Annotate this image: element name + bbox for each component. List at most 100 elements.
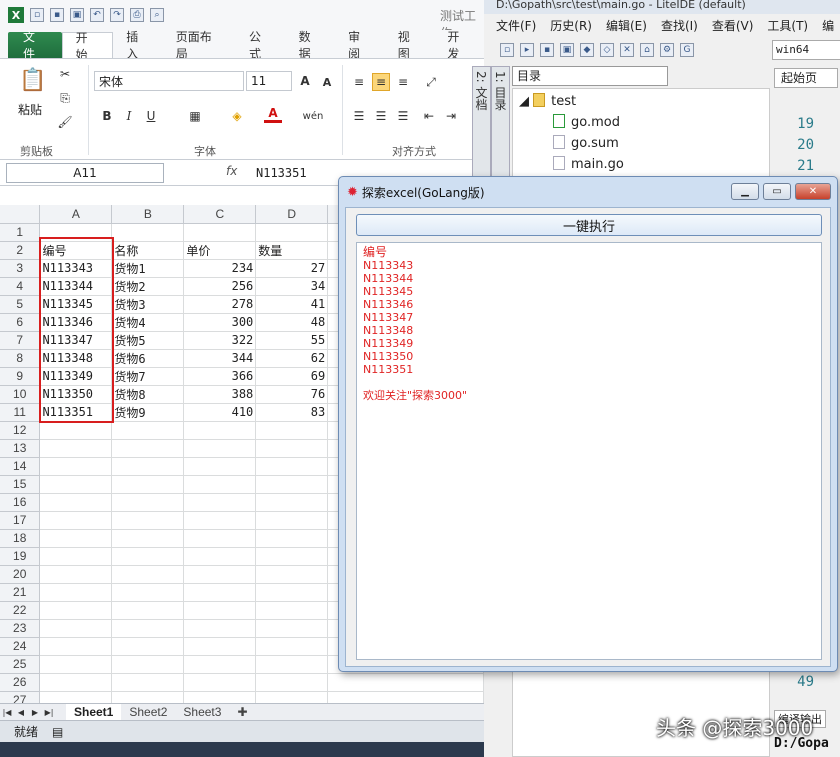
cell[interactable]: 货物7	[111, 367, 185, 386]
first-sheet-icon[interactable]: |◀	[0, 708, 14, 717]
paste-label[interactable]: 粘贴	[18, 101, 42, 118]
cell[interactable]	[183, 493, 257, 512]
cell[interactable]: 55	[255, 331, 329, 350]
row-header[interactable]: 21	[0, 583, 41, 602]
cell[interactable]	[183, 601, 257, 620]
cell[interactable]	[183, 637, 257, 656]
cell[interactable]	[183, 475, 257, 494]
cell[interactable]: N113350	[39, 385, 113, 404]
cell[interactable]	[255, 619, 329, 638]
cell[interactable]: N113344	[39, 277, 113, 296]
cell[interactable]	[39, 673, 113, 692]
insert-sheet-icon[interactable]: ✚	[229, 704, 255, 720]
cell[interactable]	[183, 223, 257, 242]
cell[interactable]	[327, 691, 484, 703]
row-header[interactable]: 1	[0, 223, 41, 242]
tree-file[interactable]: go.mod	[553, 114, 620, 130]
sheet-tab-1[interactable]: Sheet1	[66, 704, 122, 720]
cell[interactable]: 300	[183, 313, 257, 332]
cell[interactable]	[39, 223, 113, 242]
align-middle-icon[interactable]: ≡	[372, 73, 390, 91]
italic-icon[interactable]: I	[120, 107, 138, 125]
row-header[interactable]: 10	[0, 385, 41, 404]
cell[interactable]	[255, 511, 329, 530]
cell[interactable]: N113346	[39, 313, 113, 332]
cell[interactable]	[183, 583, 257, 602]
cell[interactable]	[39, 529, 113, 548]
output-textarea[interactable]: 编号 N113343 N113344 N113345 N113346 N113347 N1…	[356, 242, 822, 660]
cell[interactable]	[111, 565, 185, 584]
cell[interactable]	[183, 457, 257, 476]
undo-icon[interactable]: ↶	[90, 8, 104, 22]
cell[interactable]	[183, 421, 257, 440]
cell[interactable]	[39, 457, 113, 476]
editor-tab[interactable]: 起始页	[774, 68, 838, 88]
cell[interactable]: 410	[183, 403, 257, 422]
name-box[interactable]: A11	[6, 163, 164, 183]
row-header[interactable]: 2	[0, 241, 41, 260]
menu-find[interactable]: 查找(I)	[661, 17, 698, 34]
row-header[interactable]: 6	[0, 313, 41, 332]
cell[interactable]	[183, 673, 257, 692]
cell[interactable]: 76	[255, 385, 329, 404]
save-icon[interactable]: ▪	[540, 43, 554, 57]
cell[interactable]	[111, 673, 185, 692]
cell[interactable]	[39, 475, 113, 494]
cell[interactable]	[39, 691, 113, 703]
maximize-button[interactable]: ▭	[763, 183, 791, 200]
row-header[interactable]: 9	[0, 367, 41, 386]
dir-select[interactable]: 目录	[512, 66, 668, 86]
save-icon[interactable]: ▪	[50, 8, 64, 22]
cell[interactable]	[255, 601, 329, 620]
cell[interactable]	[39, 439, 113, 458]
row-header[interactable]: 18	[0, 529, 41, 548]
sheet-tab-2[interactable]: Sheet2	[121, 704, 175, 720]
cell[interactable]	[183, 439, 257, 458]
cell[interactable]	[183, 529, 257, 548]
cell[interactable]	[111, 493, 185, 512]
tools-icon[interactable]: ✕	[620, 43, 634, 57]
menu-view[interactable]: 查看(V)	[712, 17, 754, 34]
row-header[interactable]: 7	[0, 331, 41, 350]
row-header[interactable]: 14	[0, 457, 41, 476]
cell[interactable]: 388	[183, 385, 257, 404]
cell[interactable]: N113349	[39, 367, 113, 386]
row-header[interactable]: 13	[0, 439, 41, 458]
cell[interactable]	[111, 457, 185, 476]
cell[interactable]	[255, 655, 329, 674]
cell[interactable]	[327, 673, 484, 692]
cell[interactable]	[111, 619, 185, 638]
col-header[interactable]: B	[111, 205, 185, 224]
tab-review[interactable]: 审阅	[335, 30, 385, 61]
cell[interactable]	[111, 601, 185, 620]
formula-input[interactable]: N113351	[256, 166, 307, 180]
row-header[interactable]: 12	[0, 421, 41, 440]
phonetic-icon[interactable]: wén	[303, 107, 324, 125]
cell[interactable]: 货物1	[111, 259, 185, 278]
row-header[interactable]: 23	[0, 619, 41, 638]
bold-icon[interactable]: B	[98, 107, 116, 125]
underline-icon[interactable]: U	[142, 107, 160, 125]
cell[interactable]	[255, 493, 329, 512]
cell[interactable]	[183, 511, 257, 530]
cell[interactable]	[111, 691, 185, 703]
font-size-select[interactable]: 11	[246, 71, 292, 91]
prev-sheet-icon[interactable]: ◀	[14, 708, 28, 717]
cell[interactable]	[255, 475, 329, 494]
settings-icon[interactable]: ⚙	[660, 43, 674, 57]
tab-file[interactable]: 文件	[8, 30, 62, 61]
cell[interactable]	[39, 619, 113, 638]
cell[interactable]	[183, 547, 257, 566]
cell[interactable]	[255, 223, 329, 242]
cell[interactable]: N113345	[39, 295, 113, 314]
cell[interactable]: 27	[255, 259, 329, 278]
border-icon[interactable]: ▦	[186, 107, 204, 125]
tab-data[interactable]: 数据	[286, 30, 336, 61]
cell[interactable]	[111, 529, 185, 548]
cell[interactable]: 234	[183, 259, 257, 278]
cell[interactable]: 名称	[111, 241, 185, 260]
cell[interactable]	[183, 619, 257, 638]
cell[interactable]	[255, 457, 329, 476]
macro-record-icon[interactable]: ▤	[52, 725, 63, 739]
collapse-icon[interactable]: ◢	[519, 94, 533, 109]
